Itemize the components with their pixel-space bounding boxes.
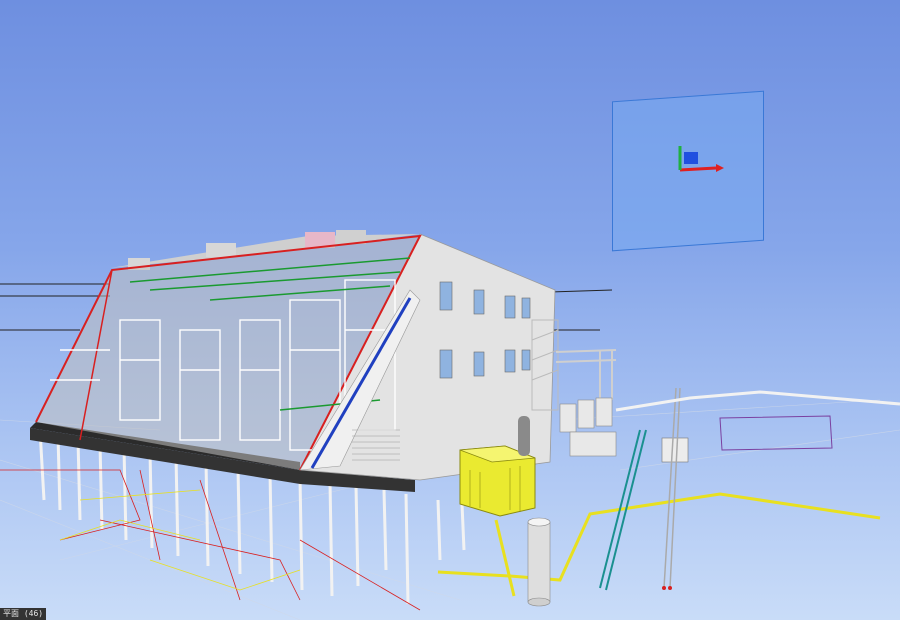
status-label: 平面 (46) (0, 608, 47, 620)
purple-pad (719, 415, 833, 451)
z-axis-icon (684, 152, 698, 164)
foundation-yellow-lines (59, 489, 301, 591)
pipe-rack (555, 349, 617, 400)
control-cabinet (661, 437, 689, 463)
equipment-cluster (559, 397, 617, 457)
vertical-tank (518, 416, 530, 456)
axis-gizmo[interactable] (668, 140, 728, 184)
ground-red-pipes (663, 387, 681, 589)
roof-unit (206, 243, 236, 257)
foreground-cylinder (527, 517, 551, 607)
plant-model-scene[interactable] (0, 0, 900, 620)
white-pipes (615, 390, 900, 412)
3d-viewport[interactable]: 平面 (46) (0, 0, 900, 620)
x-axis-icon (679, 166, 717, 172)
